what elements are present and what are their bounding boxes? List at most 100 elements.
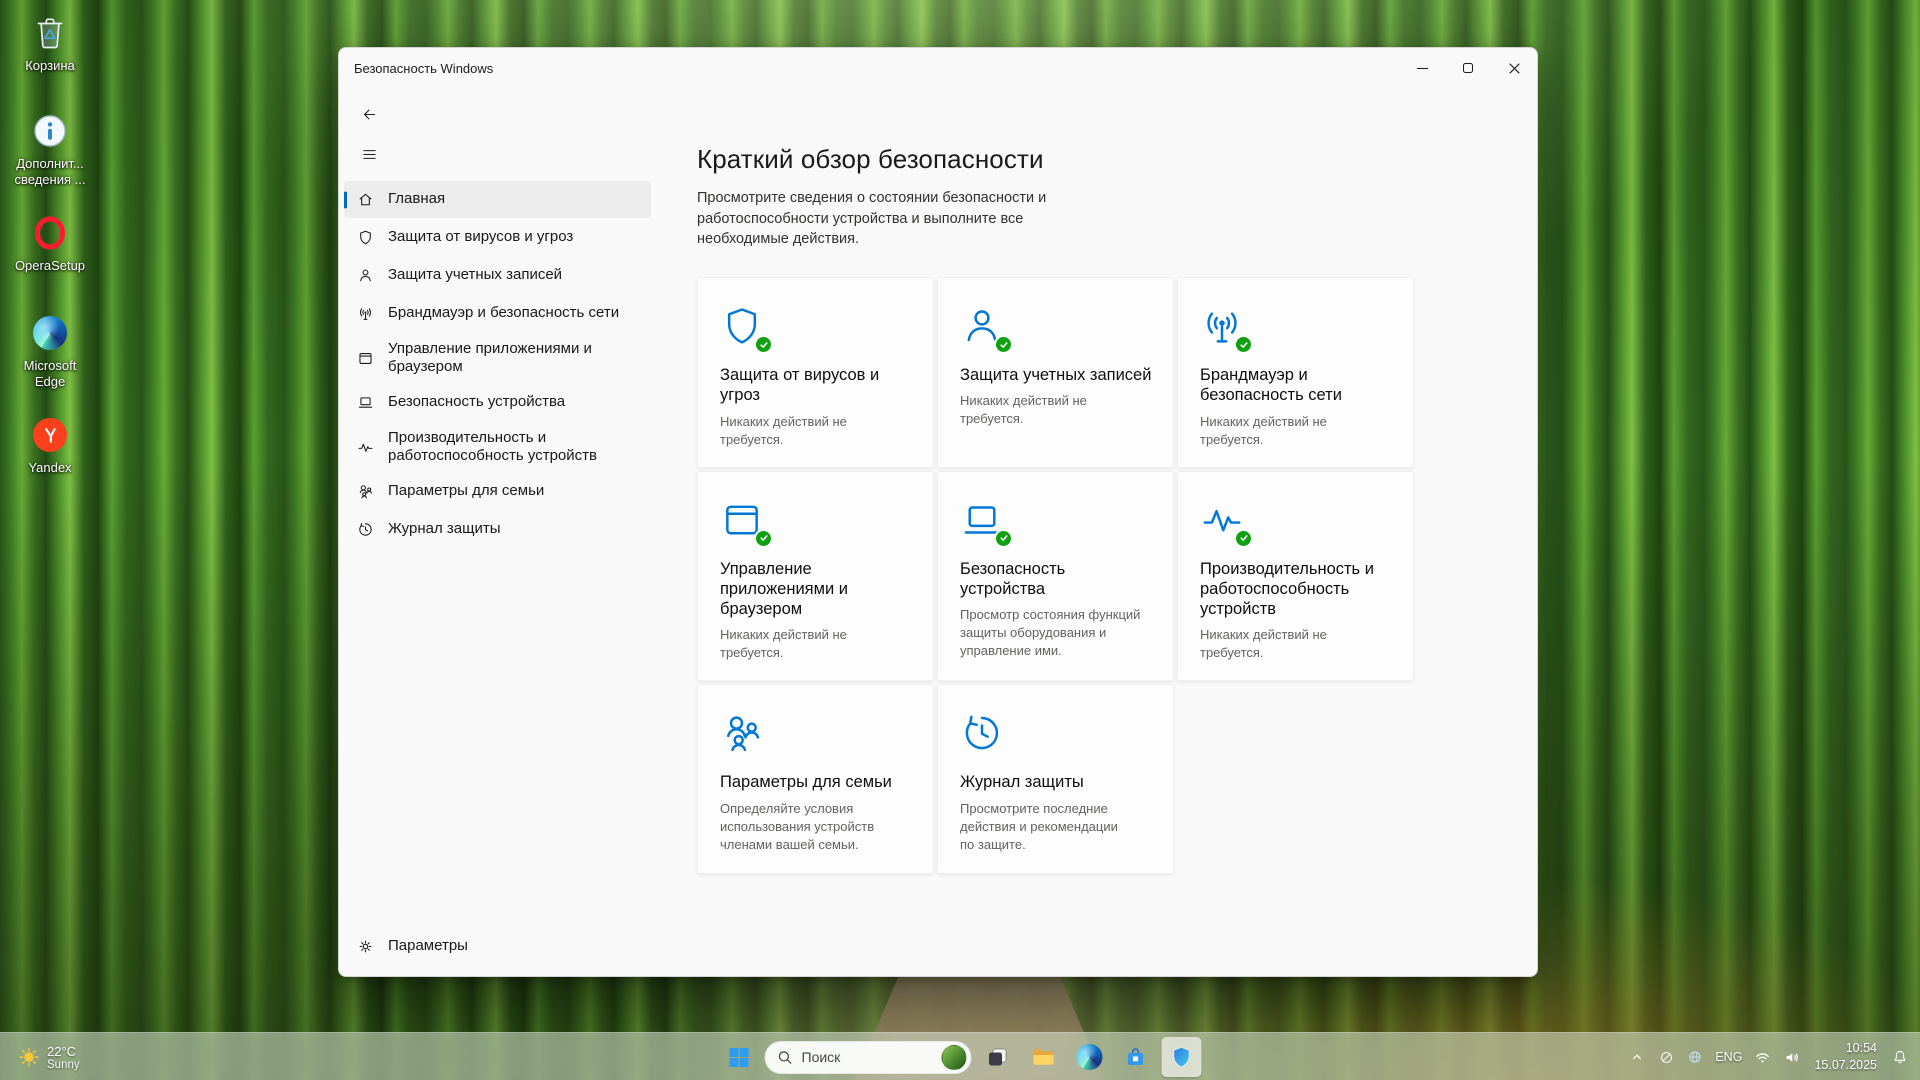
card-app-browser-control[interactable]: Управление приложениями и браузером Ника… <box>697 470 934 682</box>
desktop-icon-label: Yandex <box>28 460 72 475</box>
language-indicator[interactable]: ENG <box>1710 1038 1747 1076</box>
edge-icon <box>1076 1044 1103 1070</box>
card-title: Параметры для семьи <box>720 773 892 792</box>
file-explorer-button[interactable] <box>1024 1037 1064 1077</box>
card-virus-threat-protection[interactable]: Защита от вирусов и угроз Никаких действ… <box>697 277 934 468</box>
weather-condition: Sunny <box>47 1058 80 1071</box>
card-title: Журнал защиты <box>960 773 1084 792</box>
sidebar-item-protection-history[interactable]: Журнал защиты <box>344 511 651 548</box>
sidebar-nav: Главная Защита от вирусов и угроз Защита… <box>342 180 653 549</box>
desktop-icon-opera-setup[interactable]: OperaSetup <box>8 212 92 274</box>
weather-widget[interactable]: 22°C Sunny <box>8 1033 90 1080</box>
recycle-bin-icon <box>29 12 71 54</box>
taskbar-search[interactable]: Поиск <box>764 1040 972 1074</box>
family-icon <box>727 716 760 752</box>
sidebar-item-label: Производительность и работоспособность у… <box>388 428 597 464</box>
minimize-button[interactable] <box>1399 48 1445 88</box>
hamburger-icon <box>362 149 376 159</box>
card-title: Защита учетных записей <box>960 366 1152 385</box>
card-description: Просмотр состояния функций защиты оборуд… <box>960 607 1141 659</box>
chevron-up-icon <box>1633 1054 1642 1060</box>
sidebar-item-home[interactable]: Главная <box>344 181 651 218</box>
gear-icon <box>359 940 372 953</box>
volume-button[interactable] <box>1778 1038 1807 1076</box>
card-firewall-network[interactable]: Брандмауэр и безопасность сети Никаких д… <box>1177 277 1414 468</box>
window-title: Безопасность Windows <box>354 60 494 76</box>
card-description: Определяйте условия использования устрой… <box>720 800 875 852</box>
volume-icon <box>1787 1052 1799 1062</box>
card-description: Просмотрите последние действия и рекомен… <box>960 800 1118 852</box>
weather-sun-icon <box>19 1047 39 1067</box>
page-title: Краткий обзор безопасности <box>697 144 1044 174</box>
family-icon <box>359 485 372 499</box>
store-icon <box>1128 1048 1143 1065</box>
card-title: Брандмауэр и безопасность сети <box>1200 366 1342 405</box>
taskbar-clock[interactable]: 10:54 15.07.2025 <box>1814 1040 1877 1074</box>
sidebar-item-device-security[interactable]: Безопасность устройства <box>344 384 651 421</box>
sidebar-item-settings[interactable]: Параметры <box>344 928 651 965</box>
hidden-icons-button[interactable] <box>1623 1038 1651 1076</box>
info-shortcut-icon <box>29 110 71 152</box>
home-icon <box>359 193 372 206</box>
windows-logo-icon <box>729 1047 748 1067</box>
desktop-icon-label: Дополнит... сведения ... <box>14 156 86 187</box>
desktop-icon-label: Корзина <box>25 58 75 73</box>
desktop-icon-info-shortcut[interactable]: Дополнит... сведения ... <box>8 110 92 188</box>
edge-button[interactable] <box>1070 1037 1110 1077</box>
sidebar-item-device-performance[interactable]: Производительность и работоспособность у… <box>344 422 651 472</box>
desktop-icon-microsoft-edge[interactable]: Microsoft Edge <box>8 312 92 390</box>
windows-security-window: Безопасность Windows Главная Защита от в… <box>338 47 1538 977</box>
windows-security-shield-icon <box>1173 1047 1190 1068</box>
sidebar: Главная Защита от вирусов и угроз Защита… <box>339 88 656 976</box>
heartbeat-icon <box>358 443 373 452</box>
tray-globe-button[interactable] <box>1681 1038 1709 1076</box>
status-ok-badge <box>994 528 1013 548</box>
tray-blocked-status-button[interactable] <box>1652 1038 1680 1076</box>
sidebar-item-virus-protection[interactable]: Защита от вирусов и угроз <box>344 219 651 256</box>
slashed-circle-icon <box>1660 1051 1672 1063</box>
titlebar[interactable]: Безопасность Windows <box>339 48 1537 88</box>
start-button[interactable] <box>719 1037 759 1077</box>
sidebar-item-label: Параметры для семьи <box>388 482 545 500</box>
store-button[interactable] <box>1116 1037 1156 1077</box>
back-arrow-icon <box>363 109 375 119</box>
weather-temperature: 22°C <box>47 1043 77 1059</box>
sidebar-item-firewall[interactable]: Брандмауэр и безопасность сети <box>344 295 651 332</box>
sidebar-item-account-protection[interactable]: Защита учетных записей <box>344 257 651 294</box>
history-clock-icon <box>359 522 372 536</box>
card-device-performance[interactable]: Производительность и работоспособность у… <box>1177 470 1414 682</box>
status-ok-badge <box>994 335 1013 355</box>
card-family-options[interactable]: Параметры для семьи Определяйте условия … <box>697 684 934 875</box>
card-description: Никаких действий не требуется. <box>1200 413 1327 447</box>
history-clock-icon <box>965 715 999 750</box>
card-description: Никаких действий не требуется. <box>1200 627 1327 661</box>
close-button[interactable] <box>1491 48 1537 88</box>
desktop-icon-yandex[interactable]: Yandex <box>8 414 92 476</box>
sidebar-item-label: Журнал защиты <box>388 520 501 538</box>
clock-time: 10:54 <box>1845 1041 1877 1056</box>
sidebar-item-label: Защита от вирусов и угроз <box>388 228 574 246</box>
sidebar-item-label: Безопасность устройства <box>388 393 566 411</box>
notification-center-button[interactable] <box>1886 1038 1914 1076</box>
card-title: Безопасность устройства <box>960 559 1066 598</box>
laptop-icon <box>358 397 373 408</box>
sidebar-item-family-options[interactable]: Параметры для семьи <box>344 473 651 510</box>
card-device-security[interactable]: Безопасность устройства Просмотр состоян… <box>937 470 1174 682</box>
card-description: Никаких действий не требуется. <box>960 393 1087 427</box>
desktop-icon-recycle-bin[interactable]: Корзина <box>8 12 92 74</box>
card-description: Никаких действий не требуется. <box>720 627 847 661</box>
taskview-button[interactable] <box>978 1037 1018 1077</box>
back-button[interactable] <box>353 98 385 130</box>
windows-security-button[interactable] <box>1161 1037 1202 1077</box>
card-account-protection[interactable]: Защита учетных записей Никаких действий … <box>937 277 1174 468</box>
sidebar-item-label: Параметры <box>388 937 468 955</box>
opera-icon <box>29 212 71 254</box>
card-title: Производительность и работоспособность у… <box>1200 559 1374 619</box>
sidebar-item-label: Управление приложениями и браузером <box>388 339 592 375</box>
wifi-button[interactable] <box>1748 1038 1777 1076</box>
card-protection-history[interactable]: Журнал защиты Просмотрите последние дейс… <box>937 684 1174 875</box>
navigation-menu-button[interactable] <box>353 138 385 170</box>
sidebar-item-app-browser-control[interactable]: Управление приложениями и браузером <box>344 333 651 383</box>
status-ok-badge <box>1234 528 1253 548</box>
maximize-button[interactable] <box>1445 48 1491 88</box>
